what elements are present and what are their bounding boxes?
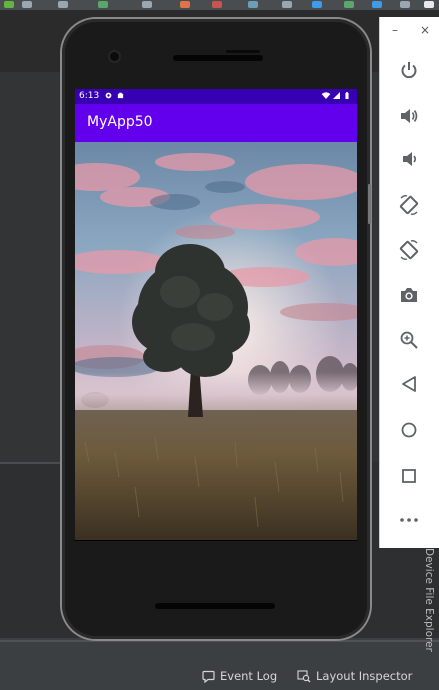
more-button[interactable] xyxy=(395,507,423,533)
bottom-speaker xyxy=(155,603,275,609)
overview-icon xyxy=(402,469,416,483)
attach-icon[interactable] xyxy=(98,1,108,8)
screenshot-button[interactable] xyxy=(395,282,423,308)
side-button xyxy=(368,184,371,224)
home-icon xyxy=(401,422,417,438)
event-log-label: Event Log xyxy=(220,669,278,683)
panel-divider xyxy=(0,640,439,642)
download-icon[interactable] xyxy=(372,1,382,8)
android-nav-bar xyxy=(75,540,357,541)
volume-down-icon xyxy=(403,152,417,166)
avd-manager-icon[interactable] xyxy=(312,1,322,8)
device-file-explorer-tab[interactable]: Device File Explorer xyxy=(421,548,437,652)
power-icon xyxy=(401,62,417,79)
rotate-left-icon xyxy=(399,195,419,215)
rotate-left-button[interactable] xyxy=(395,192,423,218)
proximity-sensor xyxy=(226,50,260,53)
app-bar: MyApp50 xyxy=(75,104,357,142)
zoom-button[interactable] xyxy=(395,327,423,353)
event-log-button[interactable]: Event Log xyxy=(202,669,277,683)
settings-icon xyxy=(105,92,112,99)
volume-up-icon xyxy=(401,109,418,123)
profile-icon[interactable] xyxy=(58,1,68,8)
device-screen[interactable]: 6:13 MyApp50 xyxy=(75,89,357,541)
debug-icon[interactable] xyxy=(22,1,32,8)
event-log-icon xyxy=(202,670,215,683)
android-icon[interactable] xyxy=(344,1,354,8)
ide-toolbar xyxy=(0,0,439,10)
back-button[interactable] xyxy=(395,371,423,397)
layout-inspector-button[interactable]: Layout Inspector xyxy=(297,669,412,683)
device-manager-icon[interactable] xyxy=(248,1,258,8)
zoom-icon xyxy=(400,331,418,349)
more-icon xyxy=(400,518,418,522)
signal-icon xyxy=(333,92,340,99)
panel-divider xyxy=(0,462,60,464)
sync-icon[interactable] xyxy=(142,1,152,8)
layout-inspector-icon xyxy=(297,669,311,682)
volume-up-button[interactable] xyxy=(395,103,423,129)
status-time: 6:13 xyxy=(79,91,100,101)
battery-icon xyxy=(345,92,349,99)
stop-icon[interactable] xyxy=(212,1,222,8)
account-icon[interactable] xyxy=(424,1,434,8)
ide-status-bar: Event Log Layout Inspector xyxy=(0,662,439,690)
run-icon[interactable] xyxy=(4,1,14,8)
power-button[interactable] xyxy=(395,57,423,83)
device-file-explorer-label: Device File Explorer xyxy=(423,548,435,652)
app-title: MyApp50 xyxy=(87,114,153,130)
tree-sunset-image xyxy=(75,142,357,540)
android-status-bar: 6:13 xyxy=(75,89,357,104)
earpiece-speaker xyxy=(173,55,263,61)
stop-icon[interactable] xyxy=(180,1,190,8)
close-button[interactable]: × xyxy=(420,23,430,37)
camera-icon xyxy=(401,288,417,302)
sdk-manager-icon[interactable] xyxy=(282,1,292,8)
rotate-right-button[interactable] xyxy=(395,237,423,263)
minimize-button[interactable]: – xyxy=(392,23,398,37)
home-button[interactable] xyxy=(395,417,423,443)
volume-down-button[interactable] xyxy=(395,146,423,172)
search-icon[interactable] xyxy=(400,1,410,8)
rotate-right-icon xyxy=(399,240,419,260)
battery-saver-icon xyxy=(117,92,124,99)
front-camera xyxy=(110,52,119,61)
emulator-controls-panel: – × xyxy=(379,17,439,548)
back-icon xyxy=(402,376,416,392)
overview-button[interactable] xyxy=(395,463,423,489)
layout-inspector-label: Layout Inspector xyxy=(316,669,413,683)
wifi-icon xyxy=(321,92,331,99)
